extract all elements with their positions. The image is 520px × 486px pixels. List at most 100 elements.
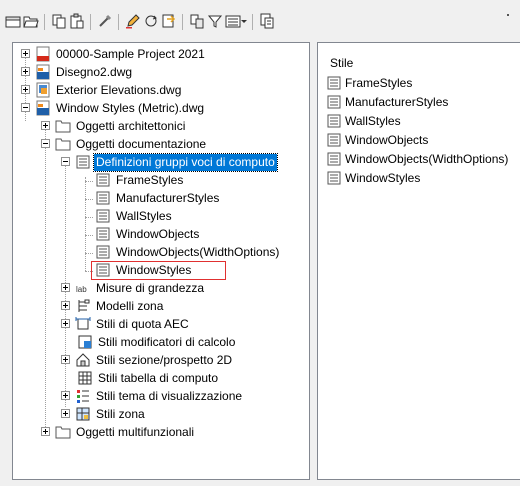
tree-node-stili-tabella[interactable]: Stili tabella di computo xyxy=(77,369,220,387)
list-icon xyxy=(326,94,342,110)
tree-node-label: Oggetti documentazione xyxy=(76,136,207,151)
toolbar-separator xyxy=(252,14,253,30)
dwg-file-icon xyxy=(35,64,51,80)
zone-template-icon xyxy=(75,298,91,314)
tree-node-misure-grandezza[interactable]: lab Misure di grandezza xyxy=(59,279,206,297)
tree-node-oggetti-multifunzionali[interactable]: Oggetti multifunzionali xyxy=(39,423,196,441)
list-item-windowobjects[interactable]: WindowObjects xyxy=(326,131,428,149)
open-folder-icon[interactable] xyxy=(22,12,40,30)
list-item-manufacturerstyles[interactable]: ManufacturerStyles xyxy=(326,93,448,111)
expand-icon[interactable] xyxy=(61,283,70,292)
new-drawing-icon[interactable] xyxy=(4,12,22,30)
copy-icon[interactable] xyxy=(50,12,68,30)
list-icon xyxy=(326,170,342,186)
tree-node-stili-sezione[interactable]: Stili sezione/prospetto 2D xyxy=(59,351,234,369)
tree-node-label: WallStyles xyxy=(116,208,172,223)
list-item-wallstyles[interactable]: WallStyles xyxy=(326,112,401,130)
list-icon xyxy=(95,208,111,224)
tree-node-label: WindowObjects xyxy=(116,226,200,241)
list-icon xyxy=(75,154,91,170)
table-icon xyxy=(77,370,93,386)
list-icon xyxy=(326,151,342,167)
tree-node-label: Stili modificatori di calcolo xyxy=(98,334,236,349)
expand-icon[interactable] xyxy=(21,49,30,58)
expand-icon[interactable] xyxy=(41,427,50,436)
dwg-file-icon xyxy=(35,100,51,116)
expand-icon[interactable] xyxy=(61,355,70,364)
tree-node-stili-quota-aec[interactable]: Stili di quota AEC xyxy=(59,315,191,333)
preview-icon[interactable] xyxy=(258,12,276,30)
tree-node-modelli-zona[interactable]: Modelli zona xyxy=(59,297,165,315)
tree-node-oggetti-documentazione[interactable]: Oggetti documentazione xyxy=(39,135,208,153)
tree-node-label: Stili zona xyxy=(96,406,145,421)
collapse-icon[interactable] xyxy=(61,157,70,166)
list-item-label: WindowObjects xyxy=(345,133,429,147)
expand-icon[interactable] xyxy=(61,319,70,328)
folder-icon xyxy=(55,424,71,440)
svg-text:lab: lab xyxy=(76,285,87,294)
expand-icon[interactable] xyxy=(61,409,70,418)
tree-node-exterior-elevations[interactable]: Exterior Elevations.dwg xyxy=(19,81,183,99)
tree-node-sample-project[interactable]: 00000-Sample Project 2021 xyxy=(19,45,207,63)
tree-node-oggetti-architettonici[interactable]: Oggetti architettonici xyxy=(39,117,187,135)
tree-node-windowobjects[interactable]: WindowObjects xyxy=(95,225,201,243)
tree-node-label: Oggetti multifunzionali xyxy=(76,424,195,439)
expand-icon[interactable] xyxy=(41,121,50,130)
list-icon xyxy=(326,75,342,91)
theme-icon xyxy=(75,388,91,404)
expand-icon[interactable] xyxy=(61,301,70,310)
expand-icon[interactable] xyxy=(61,391,70,400)
list-icon xyxy=(326,113,342,129)
tree-node-framestyles[interactable]: FrameStyles xyxy=(95,171,185,189)
column-header-label: Stile xyxy=(330,56,354,70)
tree-node-manufacturerstyles[interactable]: ManufacturerStyles xyxy=(95,189,221,207)
list-item-label: FrameStyles xyxy=(345,76,413,90)
list-item-windowobjects-widthoptions[interactable]: WindowObjects(WidthOptions) xyxy=(326,150,508,168)
folder-icon xyxy=(55,136,71,152)
filter-icon[interactable] xyxy=(206,12,224,30)
collapse-icon[interactable] xyxy=(41,139,50,148)
tree-node-disegno2[interactable]: Disegno2.dwg xyxy=(19,63,134,81)
style-list-panel[interactable]: Stile FrameStyles ManufacturerStyles Wal… xyxy=(317,42,520,480)
list-item-windowstyles[interactable]: WindowStyles xyxy=(326,169,420,187)
dwg-file-icon xyxy=(35,82,51,98)
tree-node-label: Definizioni gruppi voci di computo xyxy=(93,152,278,172)
copy-to-icon[interactable] xyxy=(188,12,206,30)
tree-node-label: Stili di quota AEC xyxy=(96,316,189,331)
expand-icon[interactable] xyxy=(21,85,30,94)
collapse-icon[interactable] xyxy=(21,103,30,112)
purge-icon[interactable] xyxy=(96,12,114,30)
tree-node-stili-tema[interactable]: Stili tema di visualizzazione xyxy=(59,387,244,405)
tree-node-wallstyles[interactable]: WallStyles xyxy=(95,207,174,225)
tree-node-label: Stili tabella di computo xyxy=(98,370,219,385)
import-icon[interactable] xyxy=(160,12,178,30)
dropdown-arrow-icon[interactable] xyxy=(240,12,248,30)
sync-icon[interactable] xyxy=(142,12,160,30)
tree-node-windowobjects-widthoptions[interactable]: WindowObjects(WidthOptions) xyxy=(95,243,281,261)
list-icon xyxy=(326,132,342,148)
highlight-box xyxy=(91,261,226,280)
tree-node-window-styles-metric[interactable]: Window Styles (Metric).dwg xyxy=(19,99,206,117)
list-item-framestyles[interactable]: FrameStyles xyxy=(326,74,412,92)
toolbar-separator xyxy=(44,14,45,30)
dimension-icon xyxy=(75,316,91,332)
toolbar-separator xyxy=(90,14,91,30)
toolbar xyxy=(0,10,520,36)
tree-node-stili-zona[interactable]: Stili zona xyxy=(59,405,147,423)
toolbar-separator xyxy=(182,14,183,30)
expand-icon[interactable] xyxy=(21,67,30,76)
list-item-label: WindowStyles xyxy=(345,171,421,185)
tree-node-definizioni-gruppi[interactable]: Definizioni gruppi voci di computo xyxy=(59,152,278,172)
tree-node-label: 00000-Sample Project 2021 xyxy=(56,46,205,61)
tree-node-label: FrameStyles xyxy=(116,172,184,187)
edit-icon[interactable] xyxy=(124,12,142,30)
tree-node-stili-modificatori[interactable]: Stili modificatori di calcolo xyxy=(77,333,237,351)
paste-icon[interactable] xyxy=(68,12,86,30)
style-tree-panel[interactable]: 00000-Sample Project 2021 Disegno2.dwg E… xyxy=(12,42,310,480)
list-item-label: ManufacturerStyles xyxy=(345,95,449,109)
list-icon xyxy=(95,172,111,188)
lab-icon: lab xyxy=(75,280,91,296)
toolbar-separator xyxy=(118,14,119,30)
window-indicator xyxy=(507,14,509,16)
tree-node-label: Oggetti architettonici xyxy=(76,118,186,133)
